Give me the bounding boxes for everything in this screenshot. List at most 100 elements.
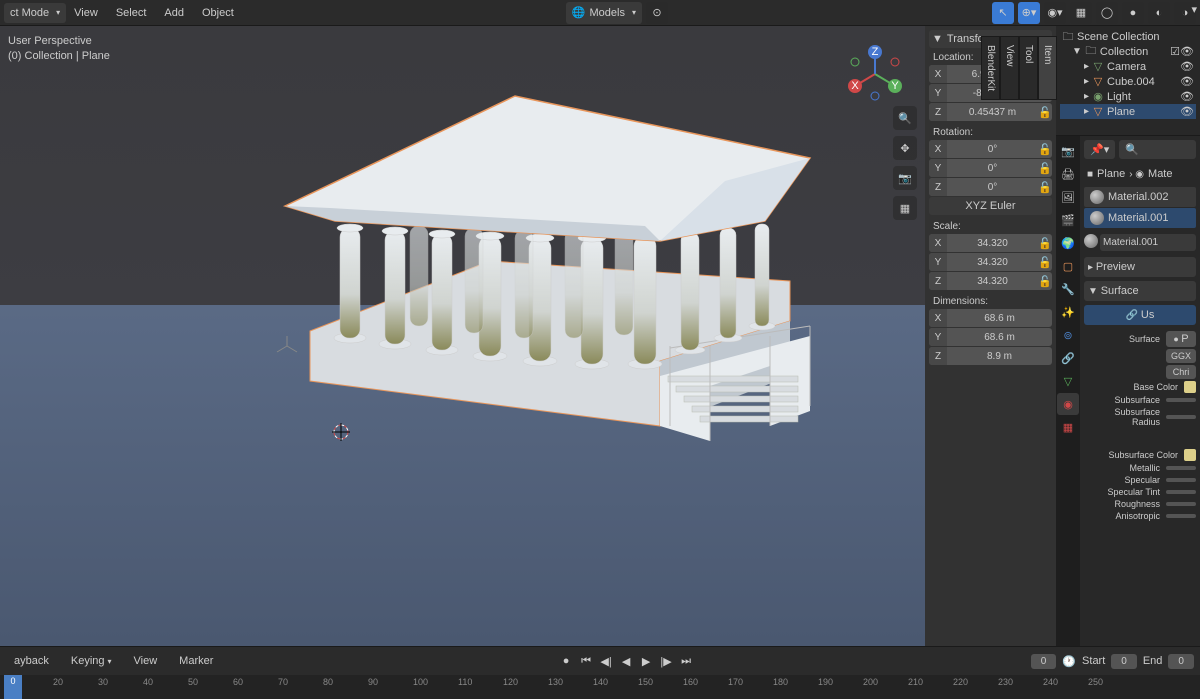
clock-icon[interactable]: 🕐 [1062, 655, 1076, 668]
collection-row[interactable]: ▼🗀Collection☑👁 [1060, 44, 1196, 59]
rotation-y[interactable]: Y0°🔓 [929, 159, 1052, 177]
modifier-tab-icon[interactable]: 🔧 [1057, 278, 1079, 300]
scene-tab-icon[interactable]: 🎬 [1057, 209, 1079, 231]
viewlayer-tab-icon[interactable]: 🖼 [1057, 186, 1079, 208]
physics-tab-icon[interactable]: ⊚ [1057, 324, 1079, 346]
scale-x[interactable]: X34.320🔓 [929, 234, 1052, 252]
orientation-dropdown[interactable]: 🌐 Models [566, 2, 642, 24]
sss-radius-field[interactable] [1166, 415, 1196, 419]
next-key-icon[interactable]: |▶ [657, 652, 675, 670]
use-nodes-button[interactable]: 🔗 Us [1084, 305, 1196, 325]
object-tab-icon[interactable]: ▢ [1057, 255, 1079, 277]
surface-shader-dropdown[interactable]: ● P [1166, 331, 1196, 347]
jump-start-icon[interactable]: ⏮ [577, 652, 595, 670]
material-tab-icon[interactable]: ◉ [1057, 393, 1079, 415]
scale-z[interactable]: Z34.320🔓 [929, 272, 1052, 290]
3d-viewport[interactable]: User Perspective (0) Collection | Plane … [0, 26, 925, 646]
tab-view[interactable]: View [1000, 36, 1019, 100]
specular-tint-field[interactable] [1166, 490, 1196, 494]
xray-icon[interactable]: ▦ [1070, 2, 1092, 24]
pivot-dropdown[interactable]: ⊙ [646, 2, 668, 24]
playback-menu[interactable]: ayback [6, 651, 57, 671]
rotation-mode[interactable]: XYZ Euler [929, 197, 1052, 215]
camera-row[interactable]: ▸▽Camera👁 [1060, 59, 1196, 74]
zoom-icon[interactable]: 🔍 [893, 106, 917, 130]
distribution-dropdown[interactable]: GGX [1166, 349, 1196, 363]
metallic-field[interactable] [1166, 466, 1196, 470]
play-reverse-icon[interactable]: ◀ [617, 652, 635, 670]
tab-tool[interactable]: Tool [1019, 36, 1038, 100]
surface-section[interactable]: ▼ Surface [1084, 281, 1196, 301]
menu-view[interactable]: View [66, 3, 106, 23]
pin-icon[interactable]: 📌▾ [1084, 140, 1115, 159]
select-toggle-icon[interactable]: ↖ [992, 2, 1014, 24]
world-tab-icon[interactable]: 🌍 [1057, 232, 1079, 254]
jump-end-icon[interactable]: ⏭ [677, 652, 695, 670]
preview-section[interactable]: ▸ Preview [1084, 257, 1196, 277]
dim-x[interactable]: X68.6 m [929, 309, 1052, 327]
plane-row[interactable]: ▸▽Plane👁 [1060, 104, 1196, 119]
end-label: End [1143, 655, 1163, 667]
current-frame-field[interactable]: 0 [1031, 654, 1057, 669]
specular-field[interactable] [1166, 478, 1196, 482]
end-frame-field[interactable]: 0 [1168, 654, 1194, 669]
scene-collection-row[interactable]: 🗀Scene Collection [1060, 30, 1196, 44]
top-header: ct Mode View Select Add Object 🌐 Models … [0, 0, 1200, 26]
play-icon[interactable]: ▶ [637, 652, 655, 670]
menu-add[interactable]: Add [156, 3, 192, 23]
render-tab-icon[interactable]: 📷 [1057, 140, 1079, 162]
start-frame-field[interactable]: 0 [1111, 654, 1137, 669]
collection-icon: 🗀 [1085, 46, 1097, 58]
playhead[interactable]: 0 [4, 675, 22, 699]
move-view-icon[interactable]: ✥ [893, 136, 917, 160]
texture-tab-icon[interactable]: ▦ [1057, 416, 1079, 438]
material-name-field[interactable]: Material.001 [1100, 234, 1196, 251]
tab-blenderkit[interactable]: BlenderKit [981, 36, 1000, 100]
menu-select[interactable]: Select [108, 3, 155, 23]
dimensions-label: Dimensions: [933, 296, 1052, 307]
outliner-properties: ▾ 🗀Scene Collection ▼🗀Collection☑👁 ▸▽Cam… [1056, 26, 1200, 646]
gizmo-toggle-icon[interactable]: ⊕▾ [1018, 2, 1040, 24]
material-slot-1[interactable]: Material.001 [1084, 208, 1196, 228]
overlay-toggle-icon[interactable]: ◉▾ [1044, 2, 1066, 24]
scale-y[interactable]: Y34.320🔓 [929, 253, 1052, 271]
roughness-field[interactable] [1166, 502, 1196, 506]
shading-wireframe-icon[interactable]: ◯ [1096, 2, 1118, 24]
constraint-tab-icon[interactable]: 🔗 [1057, 347, 1079, 369]
camera-icon: ▽ [1092, 61, 1104, 73]
sss-method-dropdown[interactable]: Chri [1166, 365, 1196, 379]
timeline-view-menu[interactable]: View [126, 651, 166, 671]
light-row[interactable]: ▸◉Light👁 [1060, 89, 1196, 104]
material-slot-0[interactable]: Material.002 [1084, 187, 1196, 207]
mesh-icon: ▽ [1092, 76, 1104, 88]
particle-tab-icon[interactable]: ✨ [1057, 301, 1079, 323]
shading-matprev-icon[interactable]: ◐ [1148, 2, 1170, 24]
shading-solid-icon[interactable]: ● [1122, 2, 1144, 24]
dim-y[interactable]: Y68.6 m [929, 328, 1052, 346]
subsurface-field[interactable] [1166, 398, 1196, 402]
tab-item[interactable]: Item [1038, 36, 1057, 100]
mesh-tab-icon[interactable]: ▽ [1057, 370, 1079, 392]
header-menu: View Select Add Object [66, 3, 242, 23]
cube-row[interactable]: ▸▽Cube.004👁 [1060, 74, 1196, 89]
camera-view-icon[interactable]: 📷 [893, 166, 917, 190]
search-field[interactable]: 🔍 [1119, 140, 1196, 159]
menu-object[interactable]: Object [194, 3, 242, 23]
sss-color-swatch[interactable] [1184, 449, 1196, 461]
timeline-ruler[interactable]: 0 10203040506070809010011012013014015016… [0, 675, 1200, 699]
keying-menu[interactable]: Keying [63, 651, 120, 671]
prev-key-icon[interactable]: ◀| [597, 652, 615, 670]
dim-z[interactable]: Z8.9 m [929, 347, 1052, 365]
mode-selector[interactable]: ct Mode [4, 3, 66, 23]
anisotropic-field[interactable] [1166, 514, 1196, 518]
rotation-x[interactable]: X0°🔓 [929, 140, 1052, 158]
marker-menu[interactable]: Marker [171, 651, 221, 671]
rotation-z[interactable]: Z0°🔓 [929, 178, 1052, 196]
location-z[interactable]: Z0.45437 m🔓 [929, 103, 1052, 121]
output-tab-icon[interactable]: 🖨 [1057, 163, 1079, 185]
navigation-gizmo[interactable]: X Y Z [845, 44, 905, 104]
perspective-icon[interactable]: ▦ [893, 196, 917, 220]
autokey-icon[interactable]: ● [557, 652, 575, 670]
base-color-swatch[interactable] [1184, 381, 1196, 393]
outliner[interactable]: ▾ 🗀Scene Collection ▼🗀Collection☑👁 ▸▽Cam… [1056, 26, 1200, 136]
